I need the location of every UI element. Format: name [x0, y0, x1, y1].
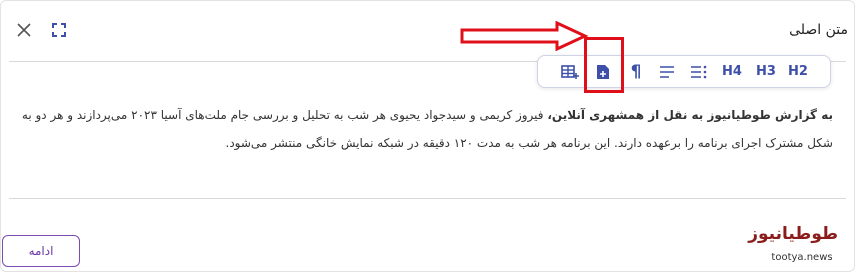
- site-logo: طوطیانیوز tootya.news: [748, 223, 838, 271]
- heading-3-label: H3: [756, 64, 776, 79]
- heading-4-label: H4: [722, 64, 742, 79]
- heading-4-button[interactable]: H4: [718, 56, 746, 87]
- content-bold-lead: به گزارش طوطیانیوز به نقل از همشهری آنلا…: [547, 108, 833, 122]
- close-button[interactable]: [15, 21, 33, 39]
- align-button[interactable]: [653, 56, 681, 87]
- expand-button[interactable]: [51, 22, 67, 38]
- dialog-header: متن اصلی: [1, 1, 857, 61]
- insert-table-button[interactable]: [556, 56, 584, 87]
- heading-2-button[interactable]: H2: [784, 56, 812, 87]
- logo-url: tootya.news: [771, 252, 833, 263]
- close-icon: [17, 23, 31, 37]
- dialog: متن اصلی ¶ H4 H3 H2 به گزارش طوطیانیوز ب…: [0, 0, 855, 272]
- heading-2-label: H2: [788, 64, 808, 79]
- annotation-highlight-box: [584, 37, 624, 93]
- continue-button[interactable]: ادامه: [2, 235, 80, 267]
- logo-text: طوطیانیوز: [748, 224, 838, 244]
- editor-toolbar: ¶ H4 H3 H2: [537, 55, 831, 88]
- heading-3-button[interactable]: H3: [752, 56, 780, 87]
- insert-table-icon: [561, 64, 579, 79]
- expand-icon: [52, 23, 66, 37]
- editor-content[interactable]: به گزارش طوطیانیوز به نقل از همشهری آنلا…: [15, 101, 833, 157]
- annotation-arrow: [460, 21, 589, 51]
- list-icon: [691, 65, 707, 78]
- align-icon: [660, 65, 674, 78]
- paragraph-button[interactable]: ¶: [622, 56, 650, 87]
- paragraph-icon: ¶: [630, 61, 642, 82]
- list-button[interactable]: [685, 56, 713, 87]
- dialog-title: متن اصلی: [789, 22, 848, 38]
- footer-divider: [9, 198, 846, 199]
